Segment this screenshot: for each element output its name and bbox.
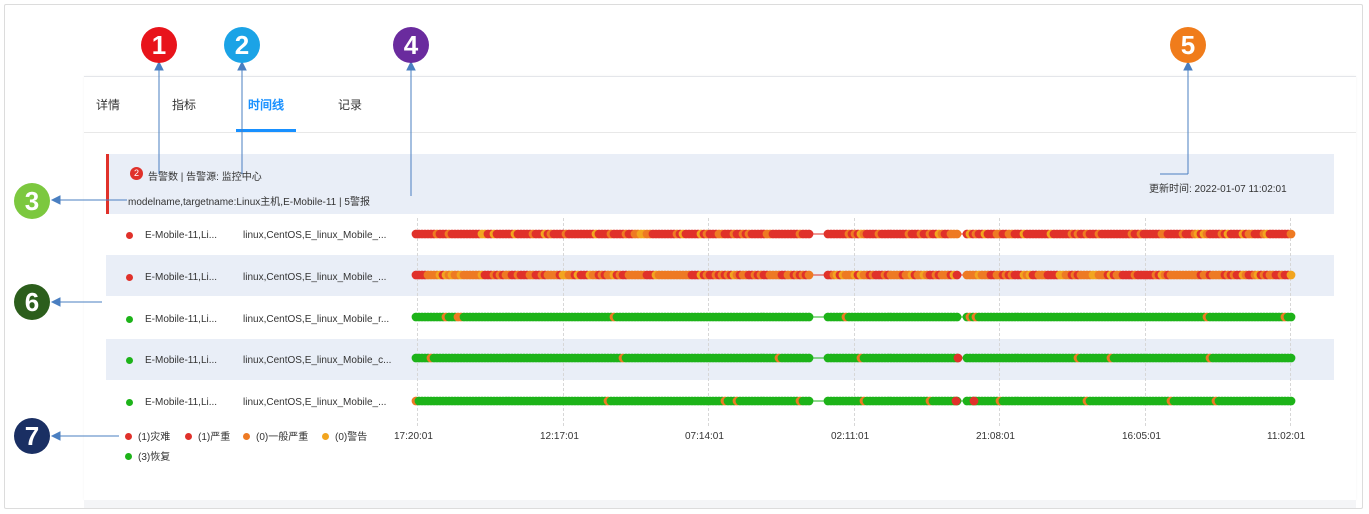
callout-3-arrowhead: [50, 195, 61, 205]
callout-badge-5: 5: [1170, 27, 1206, 63]
callout-badge-2: 2: [224, 27, 260, 63]
callout-badge-4: 4: [393, 27, 429, 63]
callout-7-arrowhead: [50, 431, 61, 441]
callout-badge-3: 3: [14, 183, 50, 219]
callout-badge-6: 6: [14, 284, 50, 320]
callout-4-arrowhead: [406, 60, 416, 71]
callout-5-arrowhead: [1183, 60, 1193, 71]
callout-badge-1: 1: [141, 27, 177, 63]
callout-2-arrowhead: [237, 60, 247, 71]
annotation-overlay: [50, 60, 1193, 441]
callout-1-arrowhead: [154, 60, 164, 71]
callout-badge-7: 7: [14, 418, 50, 454]
callout-6-arrowhead: [50, 297, 61, 307]
